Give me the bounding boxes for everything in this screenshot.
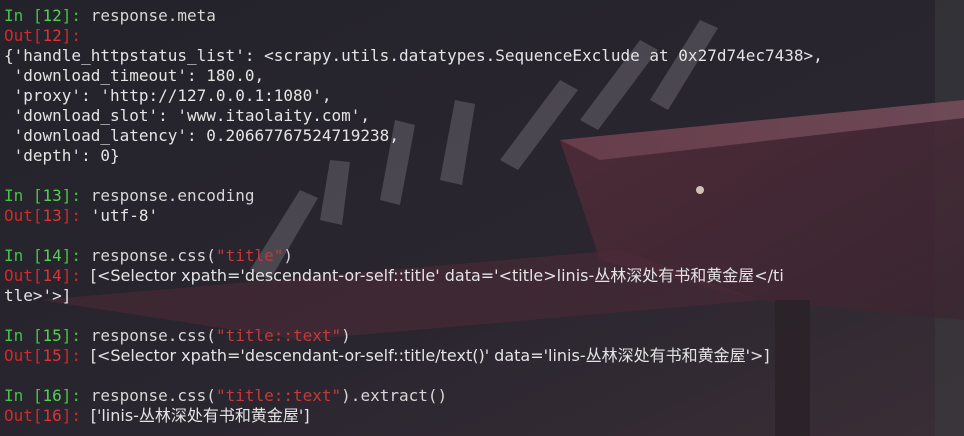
input-prompt: In [ [4, 246, 43, 265]
input-prompt: In [ [4, 6, 43, 25]
input-prompt-close: ]: [61, 6, 91, 25]
input-code: response.encoding [90, 186, 255, 205]
output-prompt: Out[ [4, 406, 43, 425]
input-prompt: In [ [4, 386, 43, 405]
output-value: 'utf-8' [90, 206, 159, 225]
output-prompt-close: ]: [61, 266, 91, 285]
ipython-console[interactable]: In [12]: response.meta Out[12]: {'handle… [4, 6, 962, 426]
output-value: [<Selector xpath='descendant-or-self::ti… [90, 266, 784, 285]
input-prompt: In [ [4, 326, 43, 345]
input-prompt-number: 14 [42, 246, 62, 265]
input-code-suffix: ) [283, 246, 294, 265]
output-prompt-close: ]: [61, 206, 91, 225]
input-prompt-number: 13 [42, 186, 62, 205]
input-line[interactable]: In [16]: response.css("title::text").ext… [4, 386, 962, 406]
output-prompt-line: Out[12]: [4, 26, 962, 46]
input-string-literal: "title::text" [215, 326, 342, 345]
output-prompt-number: 16 [42, 406, 62, 425]
input-prompt-close: ]: [61, 246, 91, 265]
output-line: Out[15]: [<Selector xpath='descendant-or… [4, 346, 962, 366]
output-prompt: Out[ [4, 346, 43, 365]
input-line[interactable]: In [12]: response.meta [4, 6, 962, 26]
input-string-literal: "title::text" [215, 386, 342, 405]
output-line: 'download_timeout': 180.0, [4, 66, 265, 85]
output-line: Out[14]: [<Selector xpath='descendant-or… [4, 266, 962, 286]
output-line: Out[16]: ['linis-丛林深处有书和黄金屋'] [4, 406, 962, 426]
input-code: response.meta [90, 6, 216, 25]
output-prompt-close: ]: [61, 26, 82, 45]
output-line: {'handle_httpstatus_list': <scrapy.utils… [4, 46, 823, 65]
output-prompt: Out[ [4, 206, 43, 225]
output-prompt-number: 15 [42, 346, 62, 365]
output-prompt: Out[ [4, 26, 43, 45]
input-code-suffix: ).extract() [341, 386, 448, 405]
output-line: 'proxy': 'http://127.0.0.1:1080', [4, 86, 332, 105]
output-line-continued: tle>'>] [4, 286, 72, 305]
output-line: Out[13]: 'utf-8' [4, 206, 962, 226]
output-prompt-close: ]: [61, 406, 91, 425]
output-line: 'download_slot': 'www.itaolaity.com', [4, 106, 371, 125]
input-prompt: In [ [4, 186, 43, 205]
input-string-literal: "title" [215, 246, 284, 265]
output-prompt-number: 14 [42, 266, 62, 285]
input-line[interactable]: In [13]: response.encoding [4, 186, 962, 206]
input-code: response.css( [90, 246, 216, 265]
output-line: 'depth': 0} [4, 146, 120, 165]
output-prompt-number: 12 [42, 26, 62, 45]
input-prompt-number: 12 [42, 6, 62, 25]
output-value: ['linis-丛林深处有书和黄金屋'] [90, 406, 310, 425]
input-prompt-close: ]: [61, 326, 91, 345]
output-line: 'download_latency': 0.20667767524719238, [4, 126, 399, 145]
input-prompt-number: 16 [42, 386, 62, 405]
output-prompt-number: 13 [42, 206, 62, 225]
output-value: [<Selector xpath='descendant-or-self::ti… [90, 346, 770, 365]
output-prompt: Out[ [4, 266, 43, 285]
input-code-suffix: ) [341, 326, 351, 345]
output-prompt-close: ]: [61, 346, 91, 365]
input-prompt-close: ]: [61, 186, 91, 205]
input-line[interactable]: In [14]: response.css("title") [4, 246, 962, 266]
input-line[interactable]: In [15]: response.css("title::text") [4, 326, 962, 346]
input-code: response.css( [90, 326, 216, 345]
input-prompt-close: ]: [61, 386, 91, 405]
input-code: response.css( [90, 386, 216, 405]
input-prompt-number: 15 [42, 326, 62, 345]
